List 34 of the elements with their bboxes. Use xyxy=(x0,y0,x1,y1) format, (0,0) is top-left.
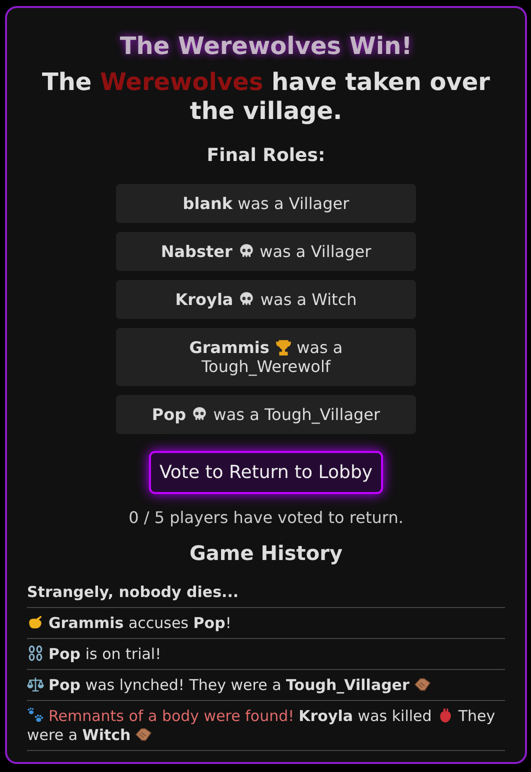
history-entry: Pop was lynched! They were a Tough_Villager xyxy=(27,670,505,701)
player-name: blank xyxy=(182,194,233,213)
role-name: Villager xyxy=(310,242,372,261)
role-name: Villager xyxy=(288,194,350,213)
paw-prints-icon xyxy=(27,707,44,724)
player-name: Pop xyxy=(152,405,186,424)
role-text: was a xyxy=(260,290,307,309)
result-title: The Werewolves Win! xyxy=(120,32,412,60)
player-name: Nabster xyxy=(160,242,232,261)
history-entry: Grammis accuses Pop! xyxy=(27,608,505,639)
skull-icon xyxy=(191,406,208,423)
role-text: was a xyxy=(238,194,284,213)
coffin-icon xyxy=(414,676,431,693)
role-text: was a xyxy=(260,242,306,261)
history-entry: Remnants of a body were found! Kroyla was killed They were a Witch xyxy=(27,701,505,751)
result-message: The Werewolves have taken over the village. xyxy=(40,68,492,126)
scales-icon xyxy=(27,676,44,693)
player-name: Grammis xyxy=(189,338,270,357)
history-entry: Pop is on trial! xyxy=(27,639,505,670)
skull-icon xyxy=(238,291,256,308)
trophy-icon xyxy=(274,339,292,356)
role-name: Witch xyxy=(312,290,357,309)
history-entry: Strangely, nobody dies... xyxy=(27,577,505,608)
role-text: was a xyxy=(296,338,343,357)
section-heading: Final Roles: xyxy=(206,145,326,166)
player-name: Kroyla xyxy=(175,290,234,309)
vote-status: 0 / 5 players have voted to return. xyxy=(128,508,404,527)
section-heading: Game History xyxy=(190,541,342,565)
role-text: was a xyxy=(213,405,260,424)
vote-button[interactable]: Vote to Return to Lobby xyxy=(149,451,383,494)
role-name: Tough_Werewolf xyxy=(201,357,331,376)
coffin-icon xyxy=(135,726,152,743)
skull-icon xyxy=(238,243,255,260)
role-name: Tough_Villager xyxy=(264,405,380,424)
